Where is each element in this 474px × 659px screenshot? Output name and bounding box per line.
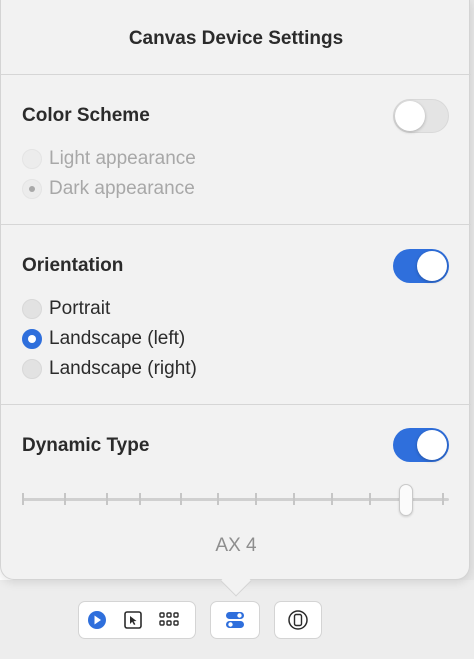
slider-track <box>22 498 449 501</box>
device-settings-group <box>210 601 260 639</box>
dynamic-type-toggle[interactable] <box>393 428 449 462</box>
toggle-knob <box>417 430 447 460</box>
radio-label: Portrait <box>49 298 111 319</box>
radio-button <box>22 299 42 319</box>
orientation-label: Orientation <box>22 255 124 276</box>
selectable-mode-button[interactable] <box>115 602 151 638</box>
radio-dark-appearance[interactable]: Dark appearance <box>22 177 195 201</box>
slider-tick <box>442 493 444 505</box>
color-scheme-label: Color Scheme <box>22 105 150 126</box>
device-settings-button[interactable] <box>217 602 253 638</box>
slider-tick <box>331 493 333 505</box>
radio-light-appearance[interactable]: Light appearance <box>22 147 196 171</box>
orientation-toggle[interactable] <box>393 249 449 283</box>
toggle-knob <box>395 101 425 131</box>
divider <box>1 404 471 405</box>
slider-tick <box>217 493 219 505</box>
toggle-knob <box>417 251 447 281</box>
radio-landscape-left[interactable]: Landscape (left) <box>22 327 185 351</box>
dynamic-type-value: AX 4 <box>215 535 257 556</box>
live-preview-button[interactable] <box>79 602 115 638</box>
radio-label: Light appearance <box>49 148 196 169</box>
play-icon <box>88 611 106 629</box>
slider-thumb[interactable] <box>399 484 413 516</box>
radio-label: Dark appearance <box>49 178 195 199</box>
slider-tick <box>22 493 24 505</box>
divider <box>1 224 471 225</box>
slider-tick <box>106 493 108 505</box>
radio-button <box>22 329 42 349</box>
preview-mode-group <box>78 601 196 639</box>
variants-button[interactable] <box>151 602 187 638</box>
radio-button <box>22 359 42 379</box>
pointer-select-icon <box>124 611 142 629</box>
slider-tick <box>139 493 141 505</box>
device-icon <box>288 610 308 630</box>
radio-label: Landscape (right) <box>49 358 197 379</box>
radio-button <box>22 149 42 169</box>
slider-tick <box>293 493 295 505</box>
device-group <box>274 601 322 639</box>
canvas-device-settings-popover: Canvas Device Settings Color Scheme Ligh… <box>0 0 471 580</box>
radio-button <box>22 179 42 199</box>
radio-landscape-right[interactable]: Landscape (right) <box>22 357 197 381</box>
dynamic-type-slider[interactable] <box>22 484 449 516</box>
slider-tick <box>255 493 257 505</box>
color-scheme-toggle[interactable] <box>393 99 449 133</box>
device-settings-icon <box>226 612 244 628</box>
radio-portrait[interactable]: Portrait <box>22 297 110 321</box>
radio-label: Landscape (left) <box>49 328 186 349</box>
slider-tick <box>180 493 182 505</box>
slider-tick <box>64 493 66 505</box>
dynamic-type-label: Dynamic Type <box>22 435 150 456</box>
popover-title: Canvas Device Settings <box>128 28 344 49</box>
divider <box>1 74 471 75</box>
slider-tick <box>369 493 371 505</box>
device-button[interactable] <box>280 602 316 638</box>
grid-icon <box>159 612 179 626</box>
